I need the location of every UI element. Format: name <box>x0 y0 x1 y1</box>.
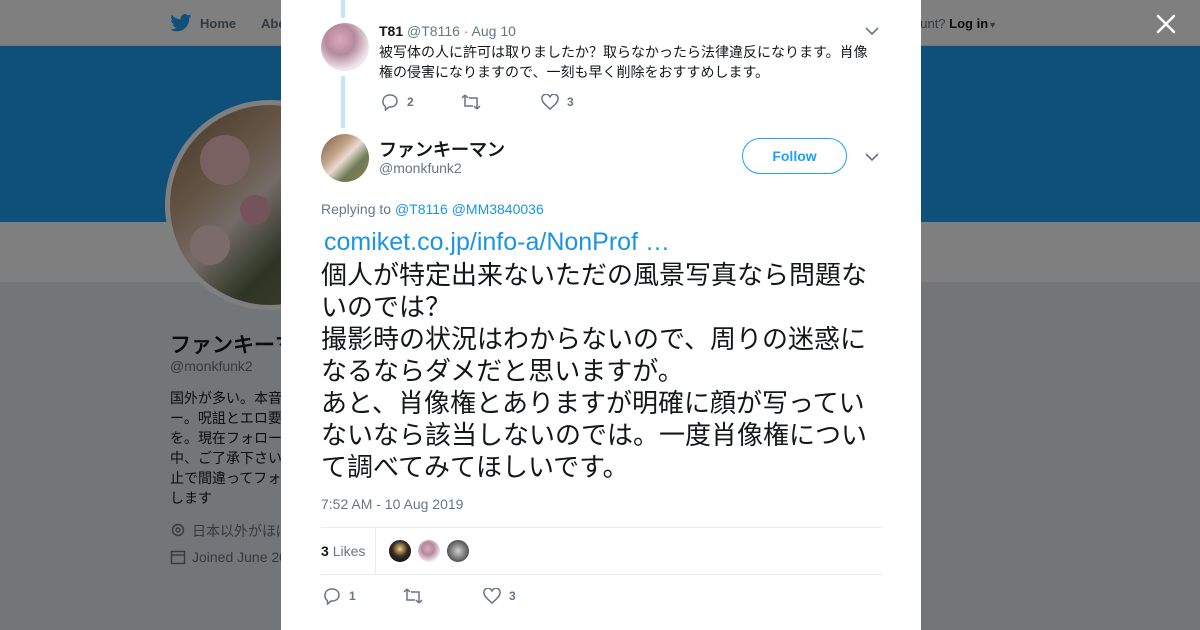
heart-icon <box>541 94 559 110</box>
thread-line <box>341 76 345 128</box>
retweet-button[interactable] <box>403 588 483 604</box>
tweet-author-name[interactable]: ファンキーマン <box>379 136 505 162</box>
follow-button[interactable]: Follow <box>742 138 847 174</box>
reply-button[interactable]: 1 <box>323 587 403 605</box>
retweet-button[interactable] <box>461 94 541 110</box>
reply-actions: 2 3 <box>381 93 574 111</box>
likes-count-label: Likes <box>332 543 366 559</box>
replying-prefix: Replying to <box>321 201 392 217</box>
likes-count-number: 3 <box>321 543 329 559</box>
reply-button[interactable]: 2 <box>381 93 461 111</box>
thread-line <box>341 0 345 18</box>
liker-avatar[interactable] <box>446 539 470 563</box>
likes-count[interactable]: 3 Likes <box>321 543 365 559</box>
tweet-author-avatar[interactable] <box>321 134 369 182</box>
liker-avatar[interactable] <box>388 539 412 563</box>
chevron-down-icon[interactable] <box>864 149 880 165</box>
tweet-modal: T81 @T8116 · Aug 10 被写体の人に許可は取りましたか？取らなか… <box>281 0 921 630</box>
retweet-icon <box>461 94 481 110</box>
reply-date[interactable]: · Aug 10 <box>464 23 516 39</box>
reply-count: 1 <box>349 589 356 603</box>
tweet-link[interactable]: comiket.co.jp/info-a/NonProf … <box>324 228 670 257</box>
reply-icon <box>324 588 340 605</box>
tweet-timestamp[interactable]: 7:52 AM - 10 Aug 2019 <box>321 496 463 512</box>
reply-header: T81 @T8116 · Aug 10 <box>379 23 516 39</box>
like-count: 3 <box>509 589 516 603</box>
like-count: 3 <box>567 95 574 109</box>
retweet-icon <box>403 588 423 604</box>
tweet-actions: 1 3 <box>323 587 516 605</box>
close-icon[interactable] <box>1152 10 1180 38</box>
replying-to-link[interactable]: @T8116 <box>395 201 448 217</box>
replying-to-link[interactable]: @MM3840036 <box>452 201 544 217</box>
reply-icon <box>382 94 398 111</box>
chevron-down-icon[interactable] <box>864 23 880 39</box>
like-button[interactable]: 3 <box>541 94 574 110</box>
like-button[interactable]: 3 <box>483 588 516 604</box>
tweet-text: 個人が特定出来ないただの風景写真なら問題ないのでは？ 撮影時の状況はわからないの… <box>321 260 868 482</box>
heart-icon <box>483 588 501 604</box>
reply-avatar[interactable] <box>321 23 369 71</box>
reply-author-name[interactable]: T81 <box>379 23 403 39</box>
replying-to: Replying to @T8116 @MM3840036 <box>321 201 544 217</box>
reply-count: 2 <box>407 95 414 109</box>
reply-author-handle[interactable]: @T8116 <box>407 23 460 39</box>
liker-avatar[interactable] <box>417 539 441 563</box>
stats-divider <box>375 528 376 574</box>
tweet-stats: 3 Likes <box>321 527 882 575</box>
tweet-author-handle[interactable]: @monkfunk2 <box>379 160 462 176</box>
reply-text: 被写体の人に許可は取りましたか？取らなかったら法律違反になります。肖像権の侵害に… <box>379 44 868 80</box>
